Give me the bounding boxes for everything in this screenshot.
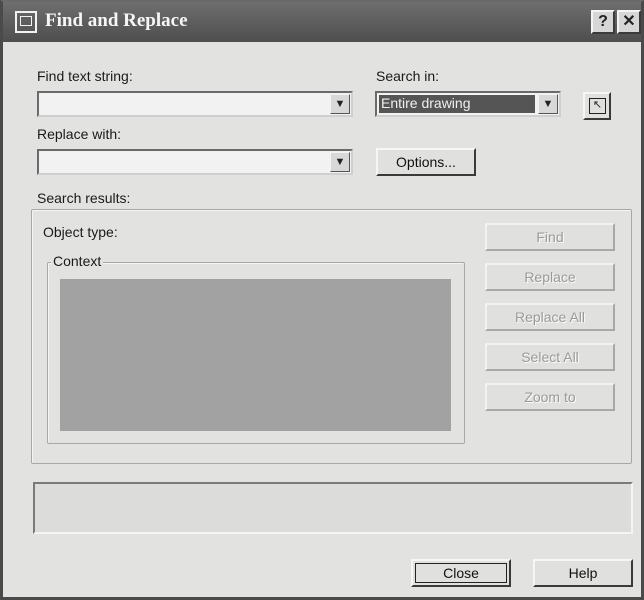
chevron-down-icon[interactable]: ▼ [330,94,350,114]
search-results-label: Search results: [37,190,131,206]
title-bar[interactable]: Find and Replace ? ✕ [3,2,641,42]
status-area [33,482,633,534]
replace-with-combo[interactable]: ▼ [37,149,353,175]
pick-objects-icon: ↖ [589,98,606,114]
help-button[interactable]: Help [533,559,633,587]
search-in-value: Entire drawing [379,95,535,113]
replace-with-label: Replace with: [37,126,122,142]
replace-all-button[interactable]: Replace All [485,303,615,331]
replace-button[interactable]: Replace [485,263,615,291]
find-button[interactable]: Find [485,223,615,251]
search-in-label: Search in: [376,68,440,84]
options-button[interactable]: Options... [376,148,476,176]
chevron-down-icon[interactable]: ▼ [538,94,558,114]
context-preview-area [60,279,451,431]
help-titlebar-icon[interactable]: ? [591,10,615,34]
find-text-combo[interactable]: ▼ [37,91,353,117]
close-icon[interactable]: ✕ [617,10,641,34]
select-all-button[interactable]: Select All [485,343,615,371]
search-in-select[interactable]: Entire drawing ▼ [375,91,561,117]
close-button[interactable]: Close [411,559,511,587]
object-type-label: Object type: [43,224,118,240]
select-objects-button[interactable]: ↖ [583,92,611,120]
zoom-to-button[interactable]: Zoom to [485,383,615,411]
find-replace-dialog: Find and Replace ? ✕ Find text string: ▼… [0,0,644,600]
app-icon [15,11,37,33]
chevron-down-icon[interactable]: ▼ [330,152,350,172]
context-legend: Context [51,253,104,269]
window-title: Find and Replace [45,10,188,31]
find-text-label: Find text string: [37,68,133,84]
